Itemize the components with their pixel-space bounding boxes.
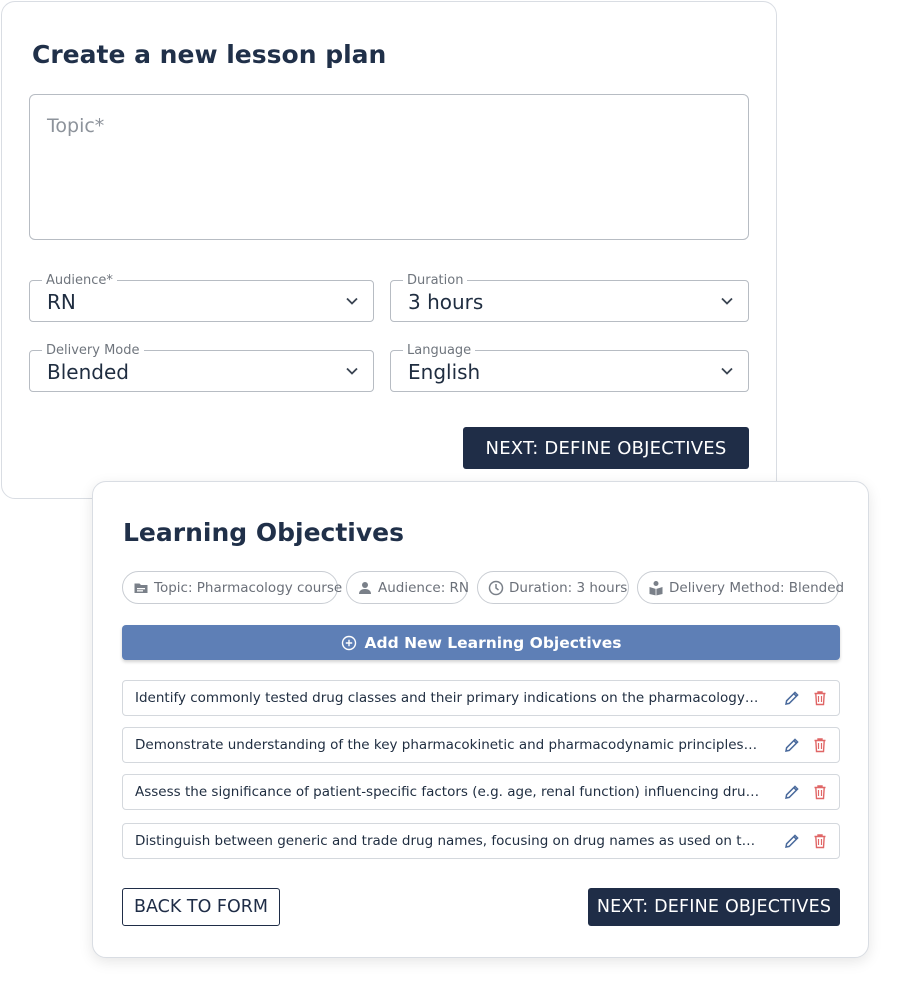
chevron-down-icon <box>346 297 358 305</box>
lesson-plan-form-card: Create a new lesson plan Audience* RN Du… <box>1 1 777 499</box>
language-label: Language <box>403 343 476 358</box>
next-define-objectives-button[interactable]: NEXT: DEFINE OBJECTIVES <box>463 427 749 469</box>
duration-chip-label: Duration: 3 hours <box>509 579 628 596</box>
duration-select[interactable]: Duration 3 hours <box>390 273 749 322</box>
duration-chip: Duration: 3 hours <box>477 571 629 604</box>
topic-chip-label: Topic: Pharmacology course <box>154 579 343 596</box>
objective-row: Identify commonly tested drug classes an… <box>122 680 840 716</box>
folder-icon <box>134 583 148 593</box>
chevron-down-icon <box>346 367 358 375</box>
plus-circle-icon <box>341 635 356 650</box>
language-value: English <box>408 360 481 384</box>
duration-label: Duration <box>403 273 468 288</box>
objective-text: Distinguish between generic and trade dr… <box>135 833 760 849</box>
audience-chip: Audience: RN <box>346 571 470 604</box>
objective-row: Assess the significance of patient-speci… <box>122 774 840 810</box>
objective-text: Identify commonly tested drug classes an… <box>135 690 760 706</box>
delivery-mode-value: Blended <box>47 360 129 384</box>
trash-icon[interactable] <box>811 832 829 850</box>
trash-icon[interactable] <box>811 783 829 801</box>
objective-row: Distinguish between generic and trade dr… <box>122 823 840 859</box>
next-define-objectives-button[interactable]: NEXT: DEFINE OBJECTIVES <box>588 888 840 926</box>
delivery-mode-select[interactable]: Delivery Mode Blended <box>29 343 374 392</box>
add-learning-objectives-button[interactable]: Add New Learning Objectives <box>122 625 840 660</box>
delivery-chip: Delivery Method: Blended <box>637 571 844 604</box>
delivery-mode-label: Delivery Mode <box>42 343 144 358</box>
trash-icon[interactable] <box>811 689 829 707</box>
audience-label: Audience* <box>42 273 117 288</box>
trash-icon[interactable] <box>811 736 829 754</box>
audience-select[interactable]: Audience* RN <box>29 273 374 322</box>
duration-value: 3 hours <box>408 290 484 314</box>
pencil-icon[interactable] <box>783 736 801 754</box>
objectives-title: Learning Objectives <box>123 518 404 547</box>
topic-chip: Topic: Pharmacology course <box>122 571 342 604</box>
add-label: Add New Learning Objectives <box>364 633 622 652</box>
pencil-icon[interactable] <box>783 783 801 801</box>
objective-row: Demonstrate understanding of the key pha… <box>122 727 840 763</box>
delivery-chip-label: Delivery Method: Blended <box>669 579 845 596</box>
chevron-down-icon <box>721 297 733 305</box>
clock-icon <box>488 580 504 595</box>
audience-chip-label: Audience: RN <box>378 579 470 596</box>
objective-text: Demonstrate understanding of the key pha… <box>135 737 760 753</box>
topic-field[interactable] <box>29 94 749 240</box>
book-reader-icon <box>649 580 663 595</box>
pencil-icon[interactable] <box>783 832 801 850</box>
person-icon <box>359 581 371 594</box>
chevron-down-icon <box>721 367 733 375</box>
language-select[interactable]: Language English <box>390 343 749 392</box>
pencil-icon[interactable] <box>783 689 801 707</box>
page-title: Create a new lesson plan <box>32 40 387 69</box>
topic-input[interactable] <box>30 95 748 239</box>
back-to-form-button[interactable]: BACK TO FORM <box>122 888 280 926</box>
learning-objectives-card: Learning Objectives Topic: Pharmacology … <box>92 481 869 958</box>
audience-value: RN <box>47 290 76 314</box>
objective-text: Assess the significance of patient-speci… <box>135 784 760 800</box>
